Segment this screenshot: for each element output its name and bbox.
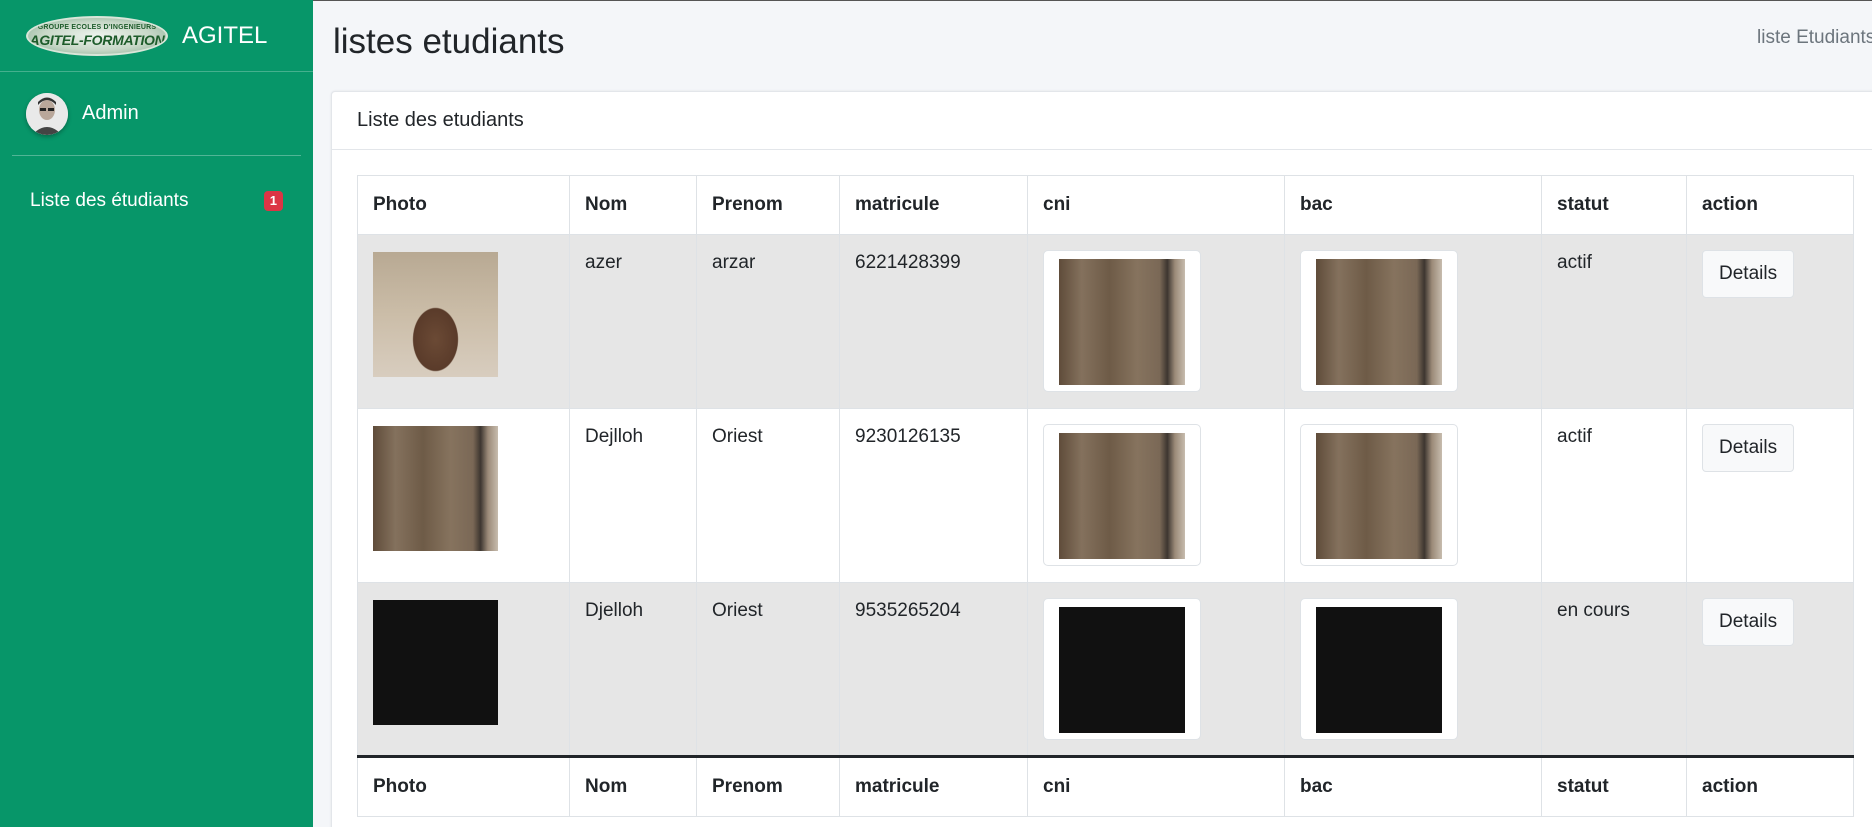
table-header-row: Photo Nom Prenom matricule cni bac statu… (357, 175, 1854, 235)
avatar (26, 92, 68, 135)
brand[interactable]: GROUPE ECOLES D'INGENIEURS AGITEL-FORMAT… (0, 0, 313, 72)
cell-photo (357, 234, 570, 409)
user-name: Admin (82, 102, 139, 124)
cell-matricule: 6221428399 (839, 234, 1028, 409)
cell-bac (1284, 408, 1542, 583)
footer-header-bac: bac (1284, 755, 1542, 817)
bac-thumbnail[interactable] (1300, 424, 1458, 566)
cell-matricule: 9230126135 (839, 408, 1028, 583)
footer-header-action: action (1686, 755, 1854, 817)
cell-statut: actif (1541, 408, 1687, 583)
cni-thumbnail[interactable] (1043, 424, 1201, 566)
sidebar-item-liste-etudiants[interactable]: Liste des étudiants 1 (12, 178, 301, 224)
student-photo (373, 252, 498, 377)
brand-name: AGITEL (182, 21, 268, 49)
footer-header-nom: Nom (569, 755, 697, 817)
footer-header-cni: cni (1027, 755, 1285, 817)
cell-bac (1284, 582, 1542, 757)
cell-action: Details (1686, 234, 1854, 409)
column-header-photo[interactable]: Photo (357, 175, 570, 235)
table-row: Djelloh Oriest 9535265204 en cours Detai… (357, 582, 1854, 757)
cni-thumbnail[interactable] (1043, 598, 1201, 740)
column-header-prenom[interactable]: Prenom (696, 175, 840, 235)
bac-image (1316, 433, 1442, 559)
bac-image (1316, 607, 1442, 733)
table-row: azer arzar 6221428399 actif Details (357, 234, 1854, 409)
cell-photo (357, 408, 570, 583)
cell-statut: actif (1541, 234, 1687, 409)
column-header-nom[interactable]: Nom (569, 175, 697, 235)
cell-cni (1027, 408, 1285, 583)
cell-matricule: 9535265204 (839, 582, 1028, 757)
students-table: Photo Nom Prenom matricule cni bac statu… (357, 175, 1854, 817)
footer-header-matricule: matricule (839, 755, 1028, 817)
brand-logo-text: AGITEL-FORMATION (29, 31, 165, 48)
column-header-bac[interactable]: bac (1284, 175, 1542, 235)
footer-header-statut: statut (1541, 755, 1687, 817)
user-panel[interactable]: Admin (12, 72, 301, 156)
bac-thumbnail[interactable] (1300, 250, 1458, 392)
details-button[interactable]: Details (1702, 424, 1795, 472)
top-divider (313, 0, 1872, 1)
cell-prenom: Oriest (696, 408, 840, 583)
main-content: listes etudiants liste Etudiants Liste d… (313, 0, 1872, 827)
details-button[interactable]: Details (1702, 250, 1795, 298)
student-photo (373, 426, 498, 551)
bac-image (1316, 259, 1442, 385)
brand-logo-subtitle: GROUPE ECOLES D'INGENIEURS (37, 23, 157, 31)
brand-logo: GROUPE ECOLES D'INGENIEURS AGITEL-FORMAT… (26, 15, 168, 56)
cell-cni (1027, 234, 1285, 409)
column-header-statut[interactable]: statut (1541, 175, 1687, 235)
cell-action: Details (1686, 582, 1854, 757)
details-button[interactable]: Details (1702, 598, 1795, 646)
footer-header-photo: Photo (357, 755, 570, 817)
student-photo (373, 600, 498, 725)
column-header-cni[interactable]: cni (1027, 175, 1285, 235)
cni-image (1059, 433, 1185, 559)
cell-prenom: arzar (696, 234, 840, 409)
cell-photo (357, 582, 570, 757)
column-header-matricule[interactable]: matricule (839, 175, 1028, 235)
user-avatar-icon (26, 92, 68, 135)
breadcrumb[interactable]: liste Etudiants (1757, 27, 1872, 49)
sidebar-nav: Liste des étudiants 1 (0, 178, 313, 224)
cni-image (1059, 607, 1185, 733)
cni-image (1059, 259, 1185, 385)
bac-thumbnail[interactable] (1300, 598, 1458, 740)
cell-statut: en cours (1541, 582, 1687, 757)
cell-prenom: Oriest (696, 582, 840, 757)
cell-action: Details (1686, 408, 1854, 583)
footer-header-prenom: Prenom (696, 755, 840, 817)
cell-bac (1284, 234, 1542, 409)
cell-cni (1027, 582, 1285, 757)
card-title: Liste des etudiants (332, 92, 1872, 150)
cni-thumbnail[interactable] (1043, 250, 1201, 392)
notification-badge: 1 (263, 191, 283, 211)
table-row: Dejlloh Oriest 9230126135 actif Details (357, 408, 1854, 583)
cell-nom: Djelloh (569, 582, 697, 757)
column-header-action[interactable]: action (1686, 175, 1854, 235)
sidebar: GROUPE ECOLES D'INGENIEURS AGITEL-FORMAT… (0, 0, 313, 827)
page-title: listes etudiants (333, 22, 565, 61)
table-footer-row: Photo Nom Prenom matricule cni bac statu… (357, 755, 1854, 817)
sidebar-item-label: Liste des étudiants (30, 190, 189, 211)
cell-nom: azer (569, 234, 697, 409)
students-card: Liste des etudiants Photo Nom Prenom mat… (331, 91, 1872, 827)
cell-nom: Dejlloh (569, 408, 697, 583)
